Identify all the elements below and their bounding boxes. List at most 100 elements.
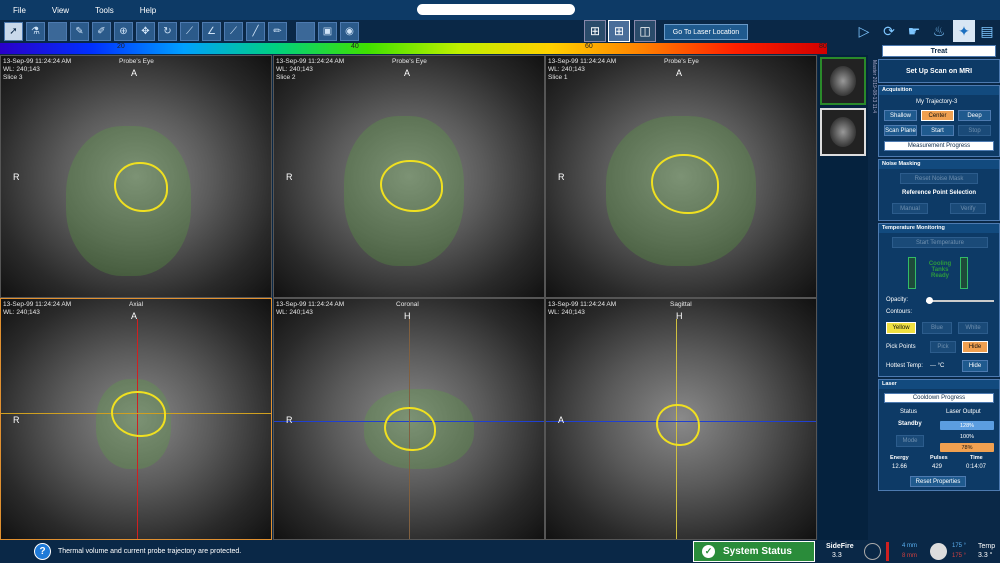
view-info: 13-Sep-99 11:24:24 AM WL: 240;143 Slice 3 xyxy=(3,58,72,81)
hand-icon[interactable]: ☛ xyxy=(903,20,925,42)
wave-icon[interactable]: ⟳ xyxy=(878,20,900,42)
flame-icon[interactable]: ♨ xyxy=(928,20,950,42)
probe-tool-icon[interactable]: ⚗ xyxy=(26,22,45,41)
trajectory-tool-icon[interactable]: ╱ xyxy=(246,22,265,41)
scan-plane-button[interactable]: Scan Plane xyxy=(884,125,917,136)
view-probes-eye-slice2[interactable]: 13-Sep-99 11:24:24 AM WL: 240;143 Slice 2 … xyxy=(273,55,545,298)
reset-noise-mask-button[interactable]: Reset Noise Mask xyxy=(900,173,978,184)
setup-scan-button[interactable]: Set Up Scan on MRI xyxy=(878,59,1000,83)
blue-contour-button[interactable]: Blue xyxy=(922,322,952,334)
sidefire-label: SideFire xyxy=(826,543,854,550)
menu-help[interactable]: Help xyxy=(127,6,169,15)
search-input[interactable] xyxy=(417,4,575,15)
system-status-button[interactable]: ✓ System Status xyxy=(693,541,815,562)
go-to-laser-location-button[interactable]: Go To Laser Location xyxy=(664,24,748,40)
pointer-tool-icon[interactable]: ➚ xyxy=(4,22,23,41)
hide-pick-points-button[interactable]: Hide xyxy=(962,341,988,353)
status-message: Thermal volume and current probe traject… xyxy=(58,548,242,555)
hide-hottest-button[interactable]: Hide xyxy=(962,360,988,372)
pulses-value: 429 xyxy=(932,464,943,470)
colorbar-tick: 20 xyxy=(117,43,125,50)
view-probes-eye-slice1[interactable]: 13-Sep-99 11:24:24 AM WL: 240;143 Slice 1 … xyxy=(545,55,817,298)
view-title: Probe's Eye xyxy=(392,58,427,65)
ruler-tool-icon[interactable]: ⟋ xyxy=(224,22,243,41)
menu-file[interactable]: File xyxy=(0,6,39,15)
opacity-label: Opacity: xyxy=(886,297,909,303)
pick-button[interactable]: Pick xyxy=(930,341,956,353)
energy-value: 12.66 xyxy=(892,464,908,470)
view-info: 13-Sep-99 11:24:24 AM WL: 240;143 Slice 1 xyxy=(548,58,617,81)
mask-tool-icon[interactable]: ▣ xyxy=(318,22,337,41)
time-value: 0:14:07 xyxy=(966,464,987,470)
white-contour-button[interactable]: White xyxy=(958,322,988,334)
colorbar-tick: 80 xyxy=(819,43,827,50)
layout-2x3-icon[interactable]: ⊞ xyxy=(608,20,630,42)
reset-properties-button[interactable]: Reset Properties xyxy=(910,476,966,487)
lesion-contour xyxy=(384,407,436,451)
mode-button[interactable]: Mode xyxy=(896,435,924,447)
zoom-tool-icon[interactable]: ⊕ xyxy=(114,22,133,41)
pulses-label: Pulses xyxy=(930,455,948,461)
view-title: Probe's Eye xyxy=(664,58,699,65)
series-thumbnail[interactable] xyxy=(820,108,866,156)
verify-button[interactable]: Verify xyxy=(950,203,986,214)
square-tool-icon[interactable] xyxy=(296,22,315,41)
compass-icon[interactable] xyxy=(864,543,881,560)
menu-view[interactable]: View xyxy=(39,6,82,15)
colorbar-tick: 60 xyxy=(585,43,593,50)
orientation-left: R xyxy=(286,172,293,182)
rotate-tool-icon[interactable]: ↻ xyxy=(158,22,177,41)
measurement-progress-bar: Measurement Progress xyxy=(884,141,994,151)
laser-output-128: 128% xyxy=(940,421,994,430)
deep-button[interactable]: Deep xyxy=(958,110,991,121)
temperature-colorbar: 20 40 60 80 xyxy=(0,43,827,54)
series-thumbnails xyxy=(818,55,868,540)
draw-tool-icon[interactable]: ✏ xyxy=(268,22,287,41)
stop-scan-button[interactable]: Stop xyxy=(958,125,991,136)
depth-indicator-icon xyxy=(886,542,889,561)
help-icon[interactable]: ? xyxy=(34,543,51,560)
view-coronal[interactable]: 13-Sep-99 11:24:24 AM WL: 240;143 Coronal… xyxy=(273,298,545,540)
depth-value-1: 4 mm xyxy=(902,543,917,549)
menu-tools[interactable]: Tools xyxy=(82,6,127,15)
layout-2x2-icon[interactable]: ⊞ xyxy=(584,20,606,42)
laser-status-value: Standby xyxy=(898,421,922,427)
measure-tool-icon[interactable]: ✐ xyxy=(92,22,111,41)
report-icon[interactable]: ▤ xyxy=(976,20,998,42)
center-button[interactable]: Center xyxy=(921,110,954,121)
orientation-left: R xyxy=(13,415,20,425)
yellow-contour-button[interactable]: Yellow xyxy=(886,322,916,334)
hottest-temp-label: Hottest Temp: xyxy=(886,363,923,369)
view-probes-eye-slice3[interactable]: 13-Sep-99 11:24:24 AM WL: 240;143 Slice 3 … xyxy=(0,55,272,298)
cooling-tank-right xyxy=(960,257,968,289)
play-icon[interactable]: ▷ xyxy=(853,20,875,42)
status-label: Status xyxy=(900,409,918,415)
view-sagittal[interactable]: 13-Sep-99 11:24:24 AM WL: 240;143 Sagitta… xyxy=(545,298,817,540)
pen-tool-icon[interactable]: ✎ xyxy=(70,22,89,41)
start-temperature-button[interactable]: Start Temperature xyxy=(892,237,988,248)
time-label: Time xyxy=(970,455,983,461)
lesion-contour xyxy=(114,162,168,212)
target-tool-icon[interactable]: ◉ xyxy=(340,22,359,41)
shallow-button[interactable]: Shallow xyxy=(884,110,917,121)
section-header: Acquisition xyxy=(879,86,999,95)
laser-output-78: 78% xyxy=(940,443,994,452)
opacity-slider[interactable] xyxy=(926,300,994,302)
opacity-slider-handle[interactable] xyxy=(926,297,933,304)
manual-button[interactable]: Manual xyxy=(892,203,928,214)
layout-1x3-icon[interactable]: ◫ xyxy=(634,20,656,42)
blank-tool-icon[interactable] xyxy=(48,22,67,41)
orientation-left: R xyxy=(13,172,20,182)
pan-tool-icon[interactable]: ✥ xyxy=(136,22,155,41)
view-axial[interactable]: 13-Sep-99 11:24:24 AM WL: 240;143 Axial A… xyxy=(0,298,272,540)
angle-tool-icon[interactable]: ∠ xyxy=(202,22,221,41)
start-scan-button[interactable]: Start xyxy=(921,125,954,136)
series-thumbnail[interactable] xyxy=(820,57,866,105)
section-header: Laser xyxy=(879,380,999,389)
line-tool-icon[interactable]: ⟋ xyxy=(180,22,199,41)
section-header: Temperature Monitoring xyxy=(879,224,999,233)
treat-button[interactable]: Treat xyxy=(882,45,996,57)
lesion-contour xyxy=(380,160,443,212)
temp-label: Temp xyxy=(978,543,996,550)
laser-probe-icon[interactable]: ✦ xyxy=(953,20,975,42)
